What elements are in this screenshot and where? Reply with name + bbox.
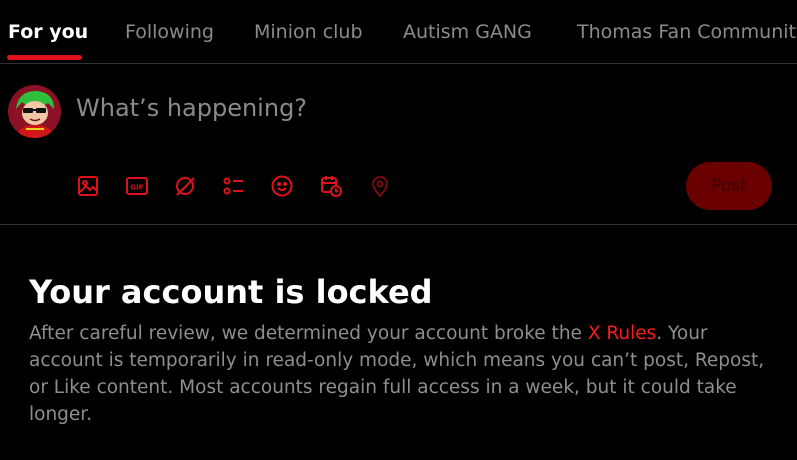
timeline-tabs: For you Following Minion club Autism GAN… — [0, 0, 797, 64]
tab-label: Following — [125, 20, 214, 43]
locked-body: After careful review, we determined your… — [29, 320, 769, 428]
tab-minion-club[interactable]: Minion club — [254, 0, 363, 63]
tab-thomas-fan-community[interactable]: Thomas Fan Community — [577, 0, 797, 63]
x-rules-link[interactable]: X Rules — [588, 323, 656, 344]
tab-autism-gang[interactable]: Autism GANG — [403, 0, 532, 63]
locked-body-text: After careful review, we determined your… — [29, 323, 588, 344]
post-composer: What’s happening? GIF Post — [0, 64, 797, 225]
grok-icon[interactable] — [173, 174, 197, 198]
compose-input[interactable]: What’s happening? — [76, 94, 307, 122]
locked-title: Your account is locked — [29, 273, 433, 311]
account-locked-notice: Your account is locked After careful rev… — [29, 270, 769, 428]
emoji-icon[interactable] — [270, 174, 294, 198]
gif-icon[interactable]: GIF — [125, 174, 149, 198]
tab-for-you[interactable]: For you — [8, 0, 88, 63]
schedule-icon[interactable] — [319, 174, 343, 198]
tab-label: Thomas Fan Community — [577, 20, 797, 43]
active-tab-indicator — [7, 55, 82, 60]
tab-following[interactable]: Following — [125, 0, 214, 63]
tab-label: Autism GANG — [403, 20, 532, 43]
tab-label: For you — [8, 20, 89, 43]
tab-label: Minion club — [254, 20, 363, 43]
image-icon[interactable] — [76, 174, 100, 198]
location-icon[interactable] — [368, 174, 392, 198]
avatar[interactable] — [8, 85, 61, 138]
post-button[interactable]: Post — [686, 162, 772, 210]
svg-text:GIF: GIF — [130, 184, 143, 192]
poll-icon[interactable] — [222, 174, 246, 198]
